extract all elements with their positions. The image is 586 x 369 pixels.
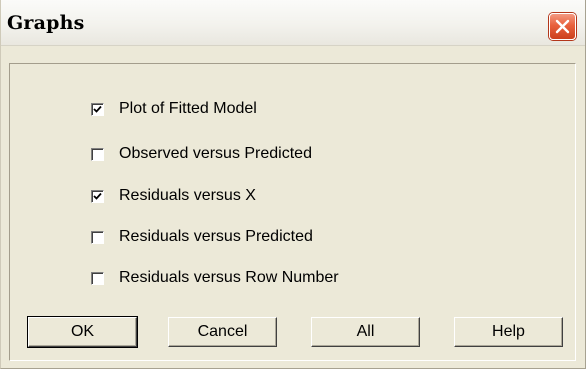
cancel-button[interactable]: Cancel [168,317,277,347]
checkbox[interactable] [91,147,104,161]
checkbox[interactable] [91,230,104,244]
option-residuals-versus-x[interactable]: Residuals versus X [91,185,256,207]
checkbox[interactable] [91,102,104,116]
option-label: Residuals versus Predicted [119,228,313,245]
close-icon [555,19,570,34]
close-button[interactable] [549,13,576,40]
checkmark-icon [93,105,102,113]
option-label: Residuals versus Row Number [119,269,339,286]
dialog-title: Graphs [7,12,85,34]
help-button[interactable]: Help [454,317,563,347]
option-label: Observed versus Predicted [119,145,312,162]
all-button[interactable]: All [311,317,420,347]
checkbox[interactable] [91,271,104,285]
option-observed-versus-predicted[interactable]: Observed versus Predicted [91,143,312,165]
title-bar[interactable]: Graphs [1,0,585,46]
graphs-dialog: Graphs Plot of Fitted Model Observed ver… [0,0,586,369]
option-label: Plot of Fitted Model [119,100,257,117]
checkbox[interactable] [91,189,104,203]
option-residuals-versus-row-number[interactable]: Residuals versus Row Number [91,267,339,289]
option-plot-of-fitted-model[interactable]: Plot of Fitted Model [91,98,257,120]
ok-button[interactable]: OK [27,316,138,348]
option-residuals-versus-predicted[interactable]: Residuals versus Predicted [91,226,313,248]
option-label: Residuals versus X [119,187,256,204]
checkmark-icon [93,192,102,200]
